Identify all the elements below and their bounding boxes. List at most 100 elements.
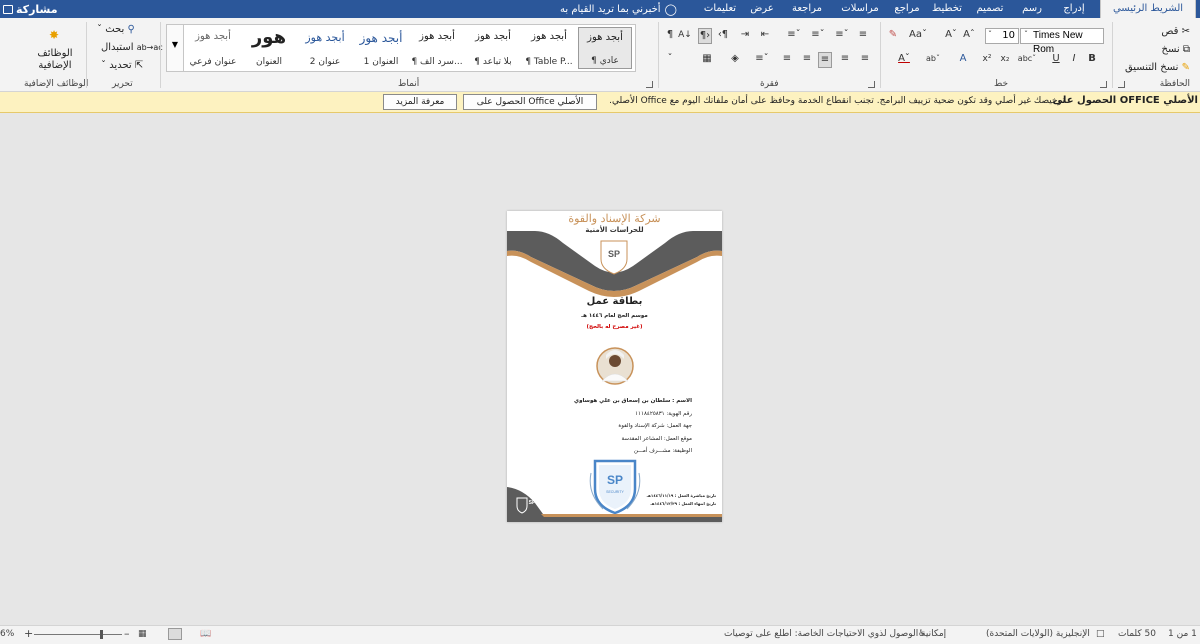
share-button[interactable]: مشاركة — [0, 0, 60, 18]
format-painter-button[interactable]: ✎ نسخ التنسيق — [1125, 62, 1190, 73]
subscript-icon[interactable]: x₂ — [998, 52, 1012, 66]
distributed-icon[interactable]: ≡ — [780, 52, 794, 66]
shading-icon[interactable]: ◈ — [728, 52, 742, 66]
style-no-spacing[interactable]: أبجد هوز ¶ بلا تباعد — [466, 27, 520, 69]
accessibility-icon: ♿ — [918, 629, 927, 639]
select-button[interactable]: ⇱ تحديد ˇ — [101, 60, 143, 71]
styles-dialog-launcher[interactable] — [646, 81, 653, 88]
hajj-season: موسم الحج لعام ١٤٤٦ هـ — [581, 313, 648, 319]
underline-icon[interactable]: U — [1050, 52, 1062, 66]
zoom-in-icon[interactable]: + — [24, 627, 33, 640]
learn-more-button[interactable]: معرفة المزيد — [383, 94, 457, 110]
zoom-slider-thumb[interactable] — [100, 630, 103, 639]
style-list-paragraph[interactable]: أبجد هوز ¶ سرد الف... — [410, 27, 464, 69]
borders-icon[interactable]: ˇ — [664, 52, 676, 66]
align-right-icon[interactable]: ≡ — [858, 52, 872, 66]
rtl-direction-icon[interactable]: ‹¶ — [716, 28, 730, 42]
tab-draw[interactable]: رسم — [1016, 0, 1048, 18]
numbering-icon[interactable]: ≡ˇ — [808, 28, 828, 42]
shrink-font-icon[interactable]: Aˇ — [944, 28, 958, 42]
zoom-out-icon[interactable]: – — [124, 627, 130, 640]
line-spacing-icon[interactable]: ≡ — [856, 28, 870, 42]
accessibility-status[interactable]: إمكانية الوصول لذوي الاحتياجات الخاصة: ا… — [724, 629, 946, 639]
sort-icon[interactable]: A↓ — [678, 28, 692, 42]
tab-references[interactable]: مراجع — [890, 0, 924, 18]
proofing-icon[interactable]: □ — [1096, 629, 1105, 639]
field-label: الاسم : — [672, 398, 692, 404]
style-name: ¶ Table P... — [525, 57, 573, 67]
gallery-more-button[interactable]: ▼ — [167, 25, 184, 71]
font-name-field[interactable]: Times New Rom — [1020, 28, 1104, 55]
cut-button[interactable]: ✂ قص — [1161, 26, 1190, 37]
font-color-icon[interactable]: Aˇ — [896, 52, 912, 66]
group-divider — [880, 22, 881, 88]
multilevel-list-icon[interactable]: ≡ˇ — [784, 28, 804, 42]
ribbon: ✸ الوظائف الإضافية الوظائف الإضافية ⚲ بح… — [0, 18, 1200, 92]
ltr-direction-icon[interactable]: ¶› — [698, 28, 712, 44]
grow-font-icon[interactable]: Aˆ — [962, 28, 976, 42]
tab-review[interactable]: مراجعة — [784, 0, 830, 18]
change-case-icon[interactable]: Aaˇ — [904, 28, 932, 42]
line-and-paragraph-spacing-icon[interactable]: ≡ˇ — [752, 52, 772, 66]
document-page[interactable]: شركة الإسناد والقوة للحراسات الأمنية SP … — [507, 211, 722, 522]
italic-icon[interactable]: I — [1068, 52, 1080, 66]
tab-design[interactable]: تصميم — [970, 0, 1010, 18]
font-dialog-launcher[interactable] — [1100, 81, 1107, 88]
hajj-permit-note: (غير مصرح له بالحج) — [586, 324, 643, 330]
clear-formatting-icon[interactable]: ✎ — [886, 28, 900, 42]
tab-layout[interactable]: تخطيط — [928, 0, 966, 18]
style-heading-1[interactable]: أبجد هوز العنوان 1 — [354, 27, 408, 69]
chevron-down-icon[interactable]: ˇ — [1021, 28, 1031, 42]
tab-mailings[interactable]: مراسلات — [836, 0, 884, 18]
web-layout-icon[interactable]: ▦ — [138, 629, 147, 639]
text-effects-icon[interactable]: A — [956, 52, 970, 66]
align-center-icon[interactable]: ≡ — [838, 52, 852, 66]
justify-icon[interactable]: ≡ — [800, 52, 814, 66]
tab-insert[interactable]: إدراج — [1052, 0, 1096, 18]
style-title[interactable]: هور العنوان — [242, 27, 296, 69]
strikethrough-icon[interactable]: abcˇ — [1016, 52, 1038, 66]
tab-help[interactable]: تعليمات — [698, 0, 742, 18]
document-canvas[interactable]: شركة الإسناد والقوة للحراسات الأمنية SP … — [0, 113, 1200, 625]
table-borders-icon[interactable]: ▦ — [700, 52, 714, 66]
copy-label: نسخ — [1161, 44, 1180, 55]
bullets-icon[interactable]: ≡ˇ — [832, 28, 852, 42]
print-layout-icon[interactable] — [168, 628, 182, 640]
word-count[interactable]: 50 كلمات — [1118, 629, 1156, 639]
language-status[interactable]: الإنجليزية (الولايات المتحدة) — [986, 629, 1090, 639]
style-name: العنوان — [255, 57, 283, 67]
pilcrow-icon[interactable]: ¶ — [664, 28, 676, 42]
style-name: ¶ بلا تباعد — [474, 57, 512, 67]
tell-me-search[interactable]: ◯ أخبرني بما تريد القيام به — [560, 0, 677, 18]
style-table-paragraph[interactable]: أبجد هوز ¶ Table P... — [522, 27, 576, 69]
addins-button[interactable]: الوظائف الإضافية — [26, 48, 84, 72]
page-count[interactable]: صفحة 1 من 1 — [1168, 629, 1200, 639]
styles-gallery: ▼ أبجد هوز عنوان فرعي هور العنوان أبجد ه… — [166, 24, 636, 72]
highlight-icon[interactable]: abˇ — [924, 52, 942, 66]
bold-icon[interactable]: B — [1086, 52, 1098, 66]
paragraph-dialog-launcher[interactable] — [868, 81, 875, 88]
align-left-icon[interactable]: ≡ — [818, 52, 832, 68]
zoom-slider[interactable] — [34, 634, 122, 635]
font-group-label: خط — [994, 79, 1009, 89]
find-icon: ⚲ — [127, 24, 135, 35]
increase-indent-icon[interactable]: ⇥ — [738, 28, 752, 42]
tab-home[interactable]: الشريط الرئيسي — [1100, 0, 1196, 18]
style-subtitle[interactable]: أبجد هوز عنوان فرعي — [186, 27, 240, 69]
ribbon-tab-bar: مشاركة ◯ أخبرني بما تريد القيام به تعليم… — [0, 0, 1200, 18]
zoom-level[interactable]: 6% — [0, 629, 14, 639]
chevron-down-icon[interactable]: ˇ — [986, 28, 994, 42]
get-genuine-office-button[interactable]: الحصول على Office الأصلي — [463, 94, 597, 110]
find-button[interactable]: ⚲ بحث ˇ — [97, 24, 135, 35]
group-divider — [86, 22, 87, 88]
superscript-icon[interactable]: x² — [980, 52, 994, 66]
copy-button[interactable]: ⧉ نسخ — [1162, 44, 1191, 55]
style-heading-2[interactable]: أبجد هوز عنوان 2 — [298, 27, 352, 69]
style-normal[interactable]: أبجد هوز ¶ عادي — [578, 27, 632, 69]
decrease-indent-icon[interactable]: ⇤ — [758, 28, 772, 42]
clipboard-dialog-launcher[interactable] — [1118, 81, 1125, 88]
replace-button[interactable]: ab→ac استبدال — [101, 42, 163, 53]
read-mode-icon[interactable]: 📖 — [200, 629, 211, 639]
style-name: ¶ عادي — [591, 56, 619, 66]
tab-view[interactable]: عرض — [746, 0, 778, 18]
